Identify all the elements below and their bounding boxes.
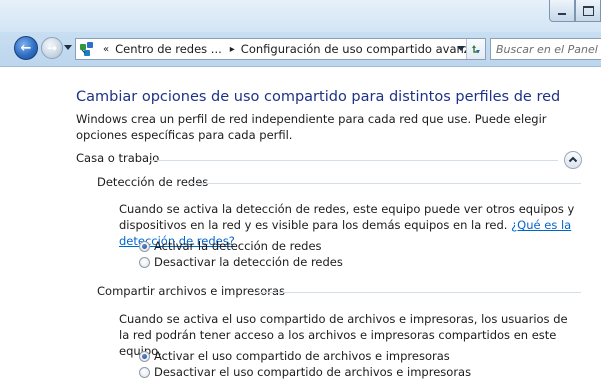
radio-button-checked[interactable]: [139, 350, 150, 362]
radio-enable-file-printer-sharing[interactable]: Activar el uso compartido de archivos e …: [139, 348, 450, 364]
content-pane: Cambiar opciones de uso compartido para …: [0, 67, 601, 383]
page-title: Cambiar opciones de uso compartido para …: [76, 89, 561, 105]
breadcrumb-item-advanced-sharing[interactable]: Configuración de uso compartido avanzado: [241, 42, 485, 56]
radio-label: Activar la detección de redes: [154, 239, 322, 253]
radio-label: Activar el uso compartido de archivos e …: [154, 349, 450, 363]
address-dropdown-icon[interactable]: [457, 46, 465, 51]
radio-label: Desactivar la detección de redes: [154, 255, 343, 269]
maximize-button[interactable]: [575, 0, 601, 22]
section-divider: [255, 292, 581, 293]
chevron-up-icon: [568, 156, 578, 163]
radio-button[interactable]: [139, 366, 150, 378]
profile-header-home-work[interactable]: Casa o trabajo: [76, 151, 582, 169]
section-title: Detección de redes: [97, 175, 209, 189]
explorer-window: ← → « Centro de redes ... ▸ Configuració…: [0, 0, 601, 383]
window-chrome: ← → « Centro de redes ... ▸ Configuració…: [0, 0, 601, 66]
description-text: Cuando se activa la detección de redes, …: [119, 202, 575, 232]
radio-disable-file-printer-sharing[interactable]: Desactivar el uso compartido de archivos…: [139, 364, 471, 380]
back-arrow-icon: ←: [20, 40, 32, 56]
refresh-button[interactable]: [466, 39, 485, 59]
search-input[interactable]: Buscar en el Panel de control: [490, 38, 601, 60]
address-bar[interactable]: « Centro de redes ... ▸ Configuración de…: [75, 38, 486, 60]
section-file-printer-sharing: Compartir archivos e impresoras: [97, 284, 581, 300]
search-placeholder: Buscar en el Panel de control: [496, 42, 601, 56]
breadcrumb-overflow[interactable]: «: [103, 44, 109, 55]
radio-label: Desactivar el uso compartido de archivos…: [154, 365, 472, 379]
window-controls: [549, 0, 601, 24]
radio-button-checked[interactable]: [139, 240, 150, 252]
forward-button[interactable]: →: [41, 37, 63, 59]
radio-disable-network-discovery[interactable]: Desactivar la detección de redes: [139, 254, 343, 270]
section-title: Compartir archivos e impresoras: [97, 284, 286, 298]
forward-arrow-icon: →: [46, 41, 58, 55]
radio-enable-network-discovery[interactable]: Activar la detección de redes: [139, 238, 322, 254]
section-network-discovery: Detección de redes: [97, 175, 581, 191]
maximize-icon: [582, 5, 594, 16]
breadcrumb-separator-icon[interactable]: ▸: [230, 44, 235, 55]
radio-button[interactable]: [139, 256, 150, 268]
title-bar: [0, 0, 601, 32]
page-description: Windows crea un perfil de red independie…: [76, 112, 547, 142]
section-divider: [189, 183, 581, 184]
minimize-icon: [558, 12, 566, 15]
collapse-profile-button[interactable]: [564, 151, 582, 169]
back-button[interactable]: ←: [14, 36, 38, 60]
profile-divider: [150, 160, 558, 161]
profile-label: Casa o trabajo: [76, 151, 160, 165]
control-panel-icon: [79, 41, 95, 57]
breadcrumb-item-network-center[interactable]: Centro de redes ...: [115, 42, 222, 56]
recent-pages-dropdown[interactable]: [64, 45, 72, 50]
minimize-button[interactable]: [549, 0, 575, 22]
refresh-icon: [472, 45, 480, 53]
